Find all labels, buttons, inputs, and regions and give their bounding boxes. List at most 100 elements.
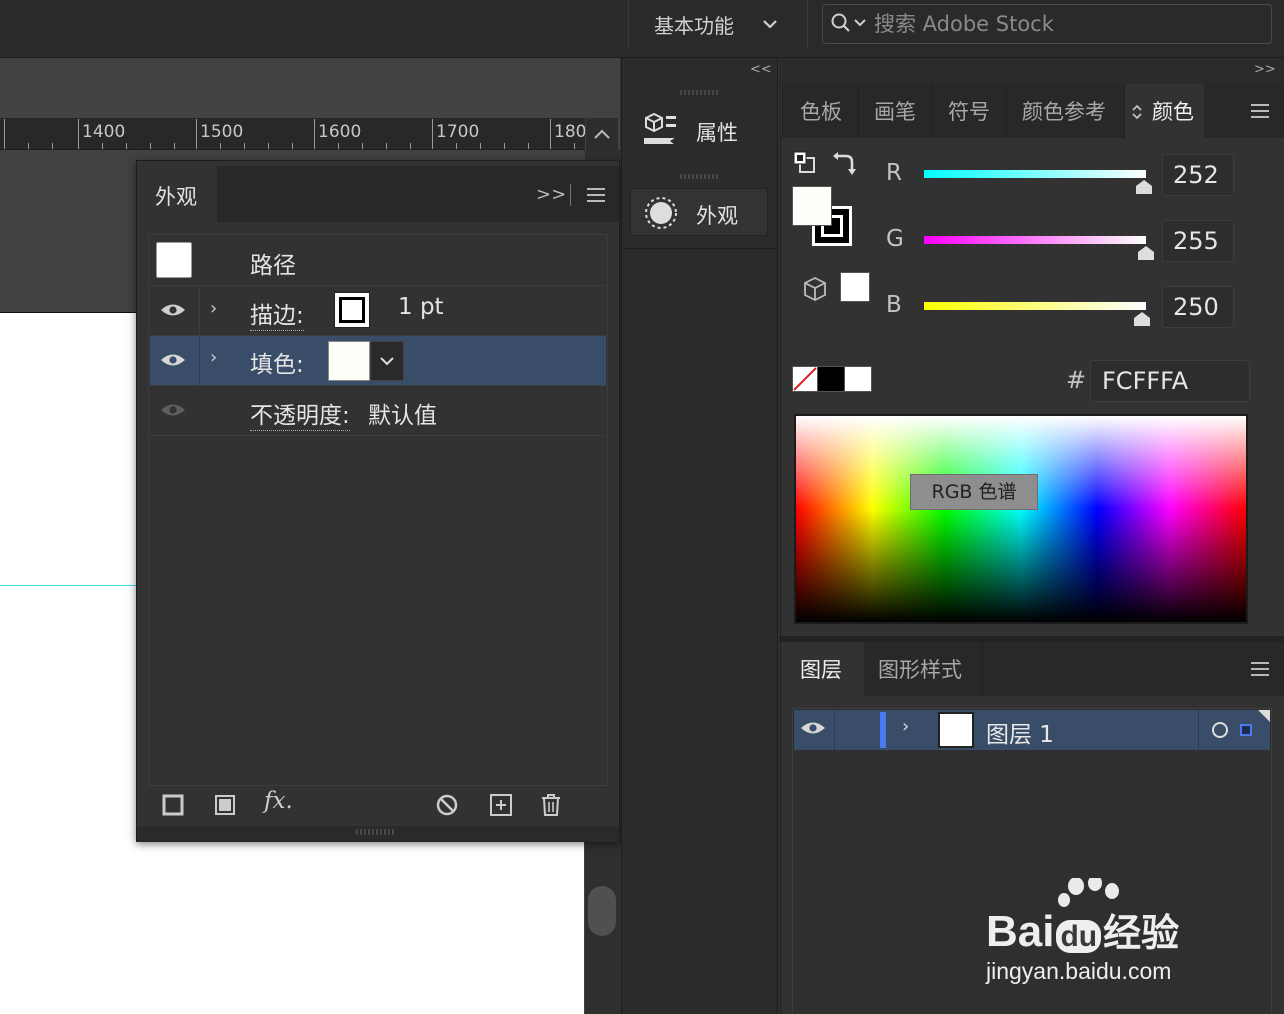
channel-r-label: R <box>886 160 902 186</box>
stroke-weight-value[interactable]: 1 pt <box>398 294 444 320</box>
properties-label: 属性 <box>696 121 738 145</box>
path-label: 路径 <box>250 253 296 279</box>
clear-appearance-icon[interactable] <box>434 792 460 818</box>
watermark-brand-cn: 经验 <box>1103 913 1180 955</box>
ruler-tick <box>362 143 363 149</box>
channel-b-slider[interactable] <box>924 302 1146 310</box>
horizontal-ruler[interactable]: 1400 1500 1600 1700 180 <box>0 118 585 150</box>
expand-dock-button[interactable]: << <box>750 62 772 77</box>
eye-icon[interactable] <box>800 720 826 736</box>
search-icon[interactable] <box>830 12 870 34</box>
channel-r-input[interactable]: 252 <box>1162 154 1234 196</box>
channel-r-slider-thumb[interactable] <box>1136 180 1152 194</box>
divider <box>199 286 200 336</box>
divider <box>1198 710 1199 750</box>
cube-icon[interactable] <box>802 276 828 302</box>
expand-chevron-icon[interactable]: › <box>210 347 217 368</box>
opacity-label[interactable]: 不透明度: <box>250 396 350 431</box>
properties-icon <box>644 112 676 145</box>
tab-color-guide[interactable]: 颜色参考 <box>1022 96 1106 126</box>
black-color-swatch[interactable] <box>818 366 844 392</box>
channel-r-slider[interactable] <box>924 170 1146 178</box>
collapse-dock-button[interactable]: >> <box>1254 62 1276 77</box>
fill-color-box[interactable] <box>792 186 832 226</box>
ruler-tick <box>220 143 221 149</box>
watermark-brand: Bai du 经验 <box>986 907 1180 956</box>
layer-color-indicator <box>880 712 886 748</box>
channel-g-slider[interactable] <box>924 236 1146 244</box>
ruler-tick <box>52 143 53 149</box>
scroll-up-icon[interactable] <box>586 118 618 150</box>
chevron-down-icon <box>380 357 394 366</box>
tab-brushes[interactable]: 画笔 <box>874 96 916 126</box>
ruler-label: 180 <box>554 122 585 142</box>
tab-color[interactable]: 颜色 <box>1152 96 1194 126</box>
add-new-fill-icon[interactable] <box>212 792 238 818</box>
add-effect-button[interactable]: fx. <box>264 788 293 814</box>
eye-icon[interactable] <box>160 352 186 368</box>
channel-g-slider-thumb[interactable] <box>1138 246 1154 260</box>
expand-chevron-icon[interactable]: › <box>210 298 217 319</box>
default-fill-stroke-icon[interactable] <box>792 150 818 176</box>
grip-handle-icon[interactable] <box>680 90 718 95</box>
add-new-stroke-icon[interactable] <box>160 792 186 818</box>
search-input[interactable] <box>874 8 1264 40</box>
divider <box>834 710 835 750</box>
divider <box>199 336 200 386</box>
ruler-tick <box>268 143 269 149</box>
tab-symbols[interactable]: 符号 <box>948 96 990 126</box>
hex-color-input[interactable] <box>1090 360 1250 402</box>
web-safe-color-swatch[interactable] <box>840 272 870 302</box>
divider <box>570 184 571 206</box>
appearance-label: 外观 <box>696 204 738 228</box>
appearance-row-path[interactable] <box>150 236 606 286</box>
channel-g-label: G <box>886 226 904 252</box>
ruler-tick <box>292 143 293 149</box>
grip-handle-icon[interactable] <box>680 174 718 179</box>
ruler-tick <box>174 143 175 149</box>
tab-swatches[interactable]: 色板 <box>800 96 842 126</box>
grip-handle-icon[interactable] <box>356 829 396 835</box>
layer-selection-indicator[interactable] <box>1240 724 1252 736</box>
fill-dropdown-button[interactable] <box>370 341 404 381</box>
channel-b-slider-thumb[interactable] <box>1134 312 1150 326</box>
ruler-label: 1700 <box>436 122 480 142</box>
stroke-label[interactable]: 描边: <box>250 296 304 331</box>
eye-icon[interactable] <box>160 402 186 418</box>
ruler-tick <box>410 143 411 149</box>
hamburger-menu-icon[interactable] <box>586 186 606 204</box>
hamburger-menu-icon[interactable] <box>1250 102 1270 120</box>
swap-fill-stroke-icon[interactable] <box>832 150 858 176</box>
layer-target-icon[interactable] <box>1212 722 1228 738</box>
workspace-label: 基本功能 <box>654 14 734 38</box>
ruler-tick <box>550 119 551 149</box>
channel-b-input[interactable]: 250 <box>1162 286 1234 328</box>
chevron-down-icon[interactable] <box>760 14 780 34</box>
duplicate-item-icon[interactable] <box>488 792 514 818</box>
eye-icon[interactable] <box>160 302 186 318</box>
stroke-color-swatch[interactable] <box>334 292 370 328</box>
hamburger-menu-icon[interactable] <box>1250 660 1270 678</box>
scrollbar-thumb[interactable] <box>588 886 616 936</box>
expand-chevron-icon[interactable]: › <box>902 716 909 737</box>
tab-layers[interactable]: 图层 <box>800 654 842 684</box>
channel-g-input[interactable]: 255 <box>1162 220 1234 262</box>
collapse-panel-button[interactable]: >> <box>536 184 566 205</box>
rgb-spectrum[interactable] <box>794 414 1248 624</box>
layer-name[interactable]: 图层 1 <box>986 715 1054 749</box>
ruler-tick <box>528 143 529 149</box>
hex-hash-label: # <box>1066 366 1087 394</box>
ruler-tick <box>338 143 339 149</box>
tab-graphic-styles[interactable]: 图形样式 <box>878 654 962 684</box>
options-toggle-icon[interactable] <box>1130 102 1144 122</box>
fill-color-swatch[interactable] <box>328 341 370 381</box>
guide-line[interactable] <box>0 585 136 586</box>
none-color-swatch[interactable] <box>792 366 818 392</box>
appearance-row-stroke[interactable] <box>150 286 606 336</box>
ruler-tick <box>314 119 315 149</box>
appearance-icon <box>645 197 677 229</box>
none-slash-icon <box>793 367 817 391</box>
trash-icon[interactable] <box>538 792 564 818</box>
spectrum-tooltip: RGB 色谱 <box>910 474 1038 510</box>
white-color-swatch[interactable] <box>844 366 872 392</box>
